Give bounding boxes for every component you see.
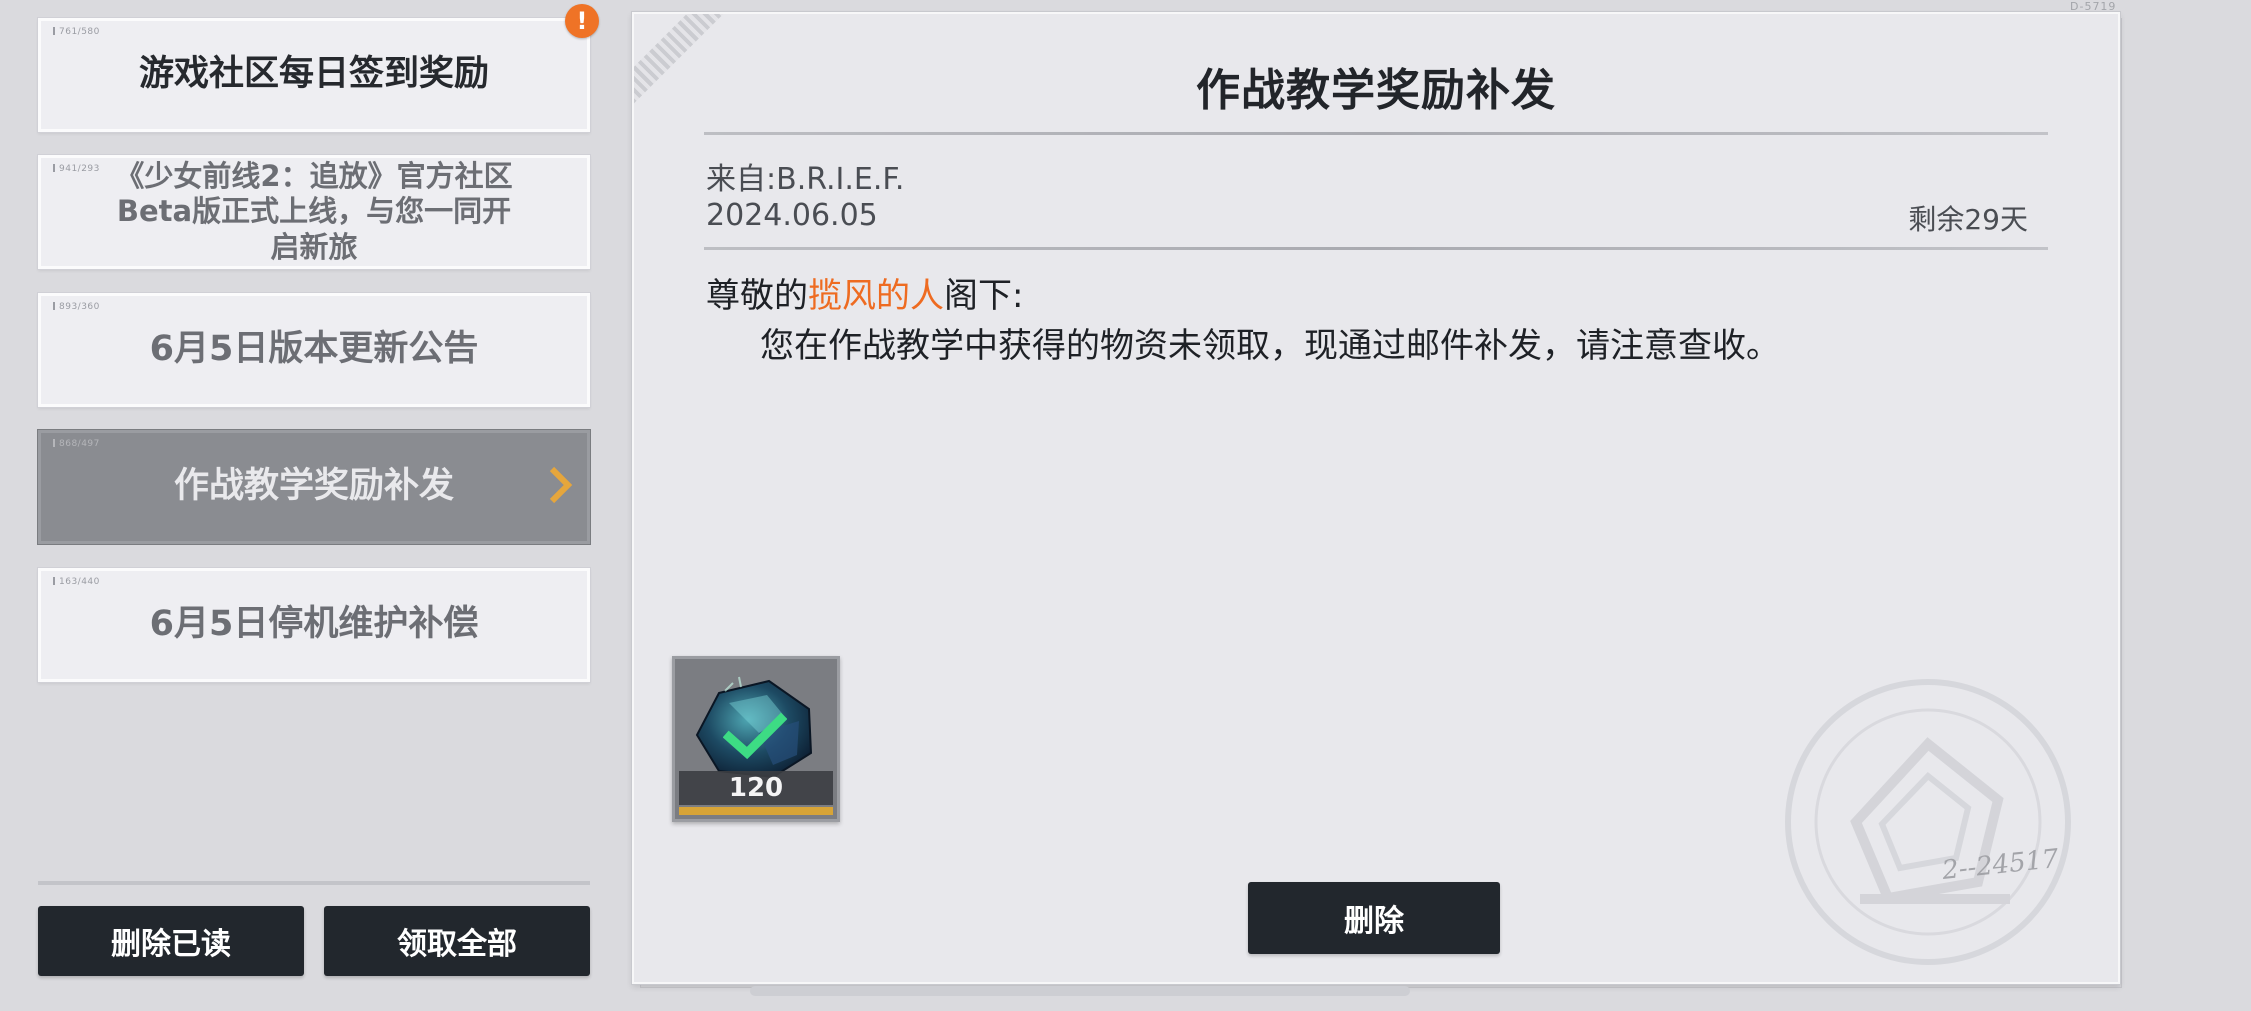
mail-item-community-beta[interactable]: 941/293 《少女前线2：追放》官方社区Beta版正式上线，与您一同开启新旅 bbox=[38, 155, 590, 269]
mail-item-maintenance-compensation[interactable]: 163/440 6月5日停机维护补偿 bbox=[38, 568, 590, 682]
horizontal-scrollbar[interactable] bbox=[750, 986, 1410, 996]
mail-detail-title: 作战教学奖励补发 bbox=[1196, 65, 1556, 116]
mail-item-tutorial-reward[interactable]: 868/497 作战教学奖励补发 bbox=[38, 430, 590, 544]
delete-button[interactable]: 删除 bbox=[1248, 882, 1500, 954]
mail-code: 893/360 bbox=[53, 302, 100, 312]
claimed-check-icon bbox=[722, 711, 788, 765]
mail-greeting: 尊敬的揽风的人阁下: bbox=[706, 268, 1023, 317]
claim-all-button[interactable]: 领取全部 bbox=[324, 906, 590, 976]
mail-code: 868/497 bbox=[53, 439, 100, 449]
mail-code: 941/293 bbox=[53, 164, 100, 174]
mail-item-daily-checkin[interactable]: 761/580 游戏社区每日签到奖励 bbox=[38, 18, 590, 132]
mail-item-title: 《少女前线2：追放》官方社区Beta版正式上线，与您一同开启新旅 bbox=[115, 158, 513, 264]
divider bbox=[704, 132, 2048, 135]
list-divider bbox=[38, 881, 590, 885]
mail-item-version-update[interactable]: 893/360 6月5日版本更新公告 bbox=[38, 293, 590, 407]
unread-alert-badge: ! bbox=[565, 4, 599, 38]
recipient-name: 揽风的人 bbox=[808, 276, 944, 316]
mail-item-title: 6月5日停机维护补偿 bbox=[149, 604, 479, 645]
greeting-prefix: 尊敬的 bbox=[706, 276, 808, 316]
mail-sender: 来自:B.R.I.E.F. bbox=[706, 162, 905, 197]
mail-remaining-days: 剩余29天 bbox=[1908, 203, 2028, 236]
watermark-stamp: 2--24517 bbox=[1778, 672, 2078, 976]
rarity-bar bbox=[679, 807, 833, 815]
reward-item[interactable]: 120 bbox=[672, 656, 840, 822]
mail-code: 163/440 bbox=[53, 577, 100, 587]
divider bbox=[704, 247, 2048, 250]
mail-detail-panel: 作战教学奖励补发 来自:B.R.I.E.F. 2024.06.05 剩余29天 … bbox=[632, 12, 2120, 984]
mail-item-title: 游戏社区每日签到奖励 bbox=[138, 54, 489, 95]
mail-date: 2024.06.05 bbox=[706, 198, 878, 233]
mail-body: 您在作战教学中获得的物资未领取，现通过邮件补发，请注意查收。 bbox=[760, 326, 1780, 366]
delete-read-button[interactable]: 删除已读 bbox=[38, 906, 304, 976]
mail-code: 761/580 bbox=[53, 27, 100, 37]
mail-item-title: 作战教学奖励补发 bbox=[173, 466, 454, 507]
greeting-suffix: 阁下: bbox=[944, 276, 1024, 316]
mail-item-title: 6月5日版本更新公告 bbox=[149, 329, 479, 370]
reward-quantity: 120 bbox=[679, 771, 833, 805]
chevron-right-icon bbox=[547, 465, 573, 509]
